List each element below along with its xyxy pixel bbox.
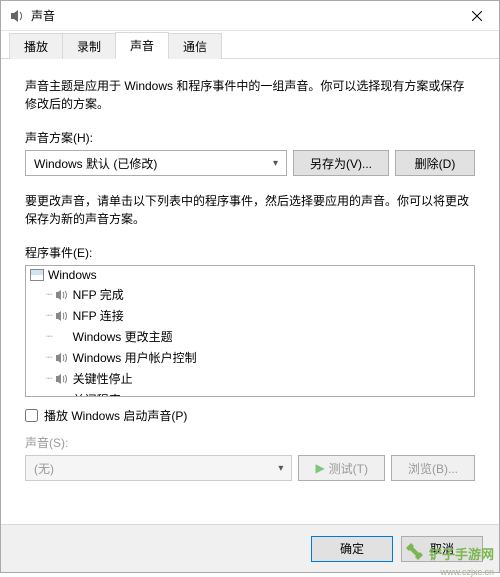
description-text: 声音主题是应用于 Windows 和程序事件中的一组声音。你可以选择现有方案或保… — [25, 77, 475, 113]
scheme-selected: Windows 默认 (已修改) — [34, 155, 157, 172]
tab-recording[interactable]: 录制 — [62, 33, 116, 59]
shovel-icon — [405, 541, 429, 565]
tree-item[interactable]: ┈ NFP 连接 — [26, 305, 474, 326]
startup-sound-label: 播放 Windows 启动声音(P) — [44, 407, 187, 424]
events-description: 要更改声音，请单击以下列表中的程序事件，然后选择要应用的声音。你可以将更改保存为… — [25, 192, 475, 228]
test-button: ▶ 测试(T) — [298, 455, 385, 481]
close-button[interactable] — [454, 1, 499, 31]
tree-item-label: NFP 完成 — [73, 286, 124, 303]
window-title: 声音 — [31, 7, 454, 24]
tab-content: 声音主题是应用于 Windows 和程序事件中的一组声音。你可以选择现有方案或保… — [1, 59, 499, 524]
sound-icon — [55, 289, 69, 301]
tree-root[interactable]: Windows — [26, 266, 474, 284]
chevron-down-icon: ▾ — [278, 463, 283, 474]
titlebar: 声音 — [1, 1, 499, 31]
startup-sound-checkbox-row: 播放 Windows 启动声音(P) — [25, 407, 475, 424]
tree-item-label: Windows 更改主题 — [73, 328, 173, 345]
windows-icon — [30, 269, 44, 281]
tree-item[interactable]: ┈ 关键性停止 — [26, 368, 474, 389]
events-listbox[interactable]: Windows ┈ NFP 完成 ┈ NFP 连接 ┈ Windows 更改主题… — [25, 265, 475, 397]
scheme-label: 声音方案(H): — [25, 129, 475, 146]
delete-button[interactable]: 删除(D) — [395, 150, 475, 176]
close-icon — [472, 11, 482, 21]
sound-selected: (无) — [34, 460, 54, 477]
browse-button: 浏览(B)... — [391, 455, 475, 481]
sound-icon — [55, 310, 69, 322]
watermark: 铲子手游网 — [405, 541, 494, 565]
tab-sounds[interactable]: 声音 — [115, 32, 169, 59]
tree-item-label: 关键性停止 — [73, 370, 133, 387]
tab-communications[interactable]: 通信 — [168, 33, 222, 59]
tree-item[interactable]: ┈ NFP 完成 — [26, 284, 474, 305]
tree-item[interactable]: ┈ 关闭程序 — [26, 389, 474, 397]
chevron-down-icon: ▾ — [273, 158, 278, 169]
scheme-dropdown[interactable]: Windows 默认 (已修改) ▾ — [25, 150, 287, 176]
sound-dropdown: (无) ▾ — [25, 455, 292, 481]
ok-button[interactable]: 确定 — [311, 536, 393, 562]
startup-sound-checkbox[interactable] — [25, 409, 38, 422]
sound-dialog: 声音 播放 录制 声音 通信 声音主题是应用于 Windows 和程序事件中的一… — [0, 0, 500, 573]
tab-playback[interactable]: 播放 — [9, 33, 63, 59]
sound-icon — [55, 352, 69, 364]
save-as-button[interactable]: 另存为(V)... — [293, 150, 389, 176]
sound-select-label: 声音(S): — [25, 434, 475, 451]
tree-root-label: Windows — [48, 268, 97, 282]
tree-item-label: NFP 连接 — [73, 307, 124, 324]
speaker-icon — [9, 8, 25, 24]
watermark-url: www.czjxc.cn — [440, 567, 494, 577]
tree-item[interactable]: ┈ Windows 更改主题 — [26, 326, 474, 347]
tree-item-label: 关闭程序 — [73, 391, 121, 397]
watermark-text: 铲子手游网 — [429, 544, 494, 563]
sound-icon — [55, 373, 69, 385]
tab-bar: 播放 录制 声音 通信 — [1, 31, 499, 59]
tree-item[interactable]: ┈ Windows 用户帐户控制 — [26, 347, 474, 368]
events-label: 程序事件(E): — [25, 244, 475, 261]
test-label: 测试(T) — [329, 460, 368, 477]
tree-item-label: Windows 用户帐户控制 — [73, 349, 197, 366]
play-icon: ▶ — [315, 461, 324, 475]
